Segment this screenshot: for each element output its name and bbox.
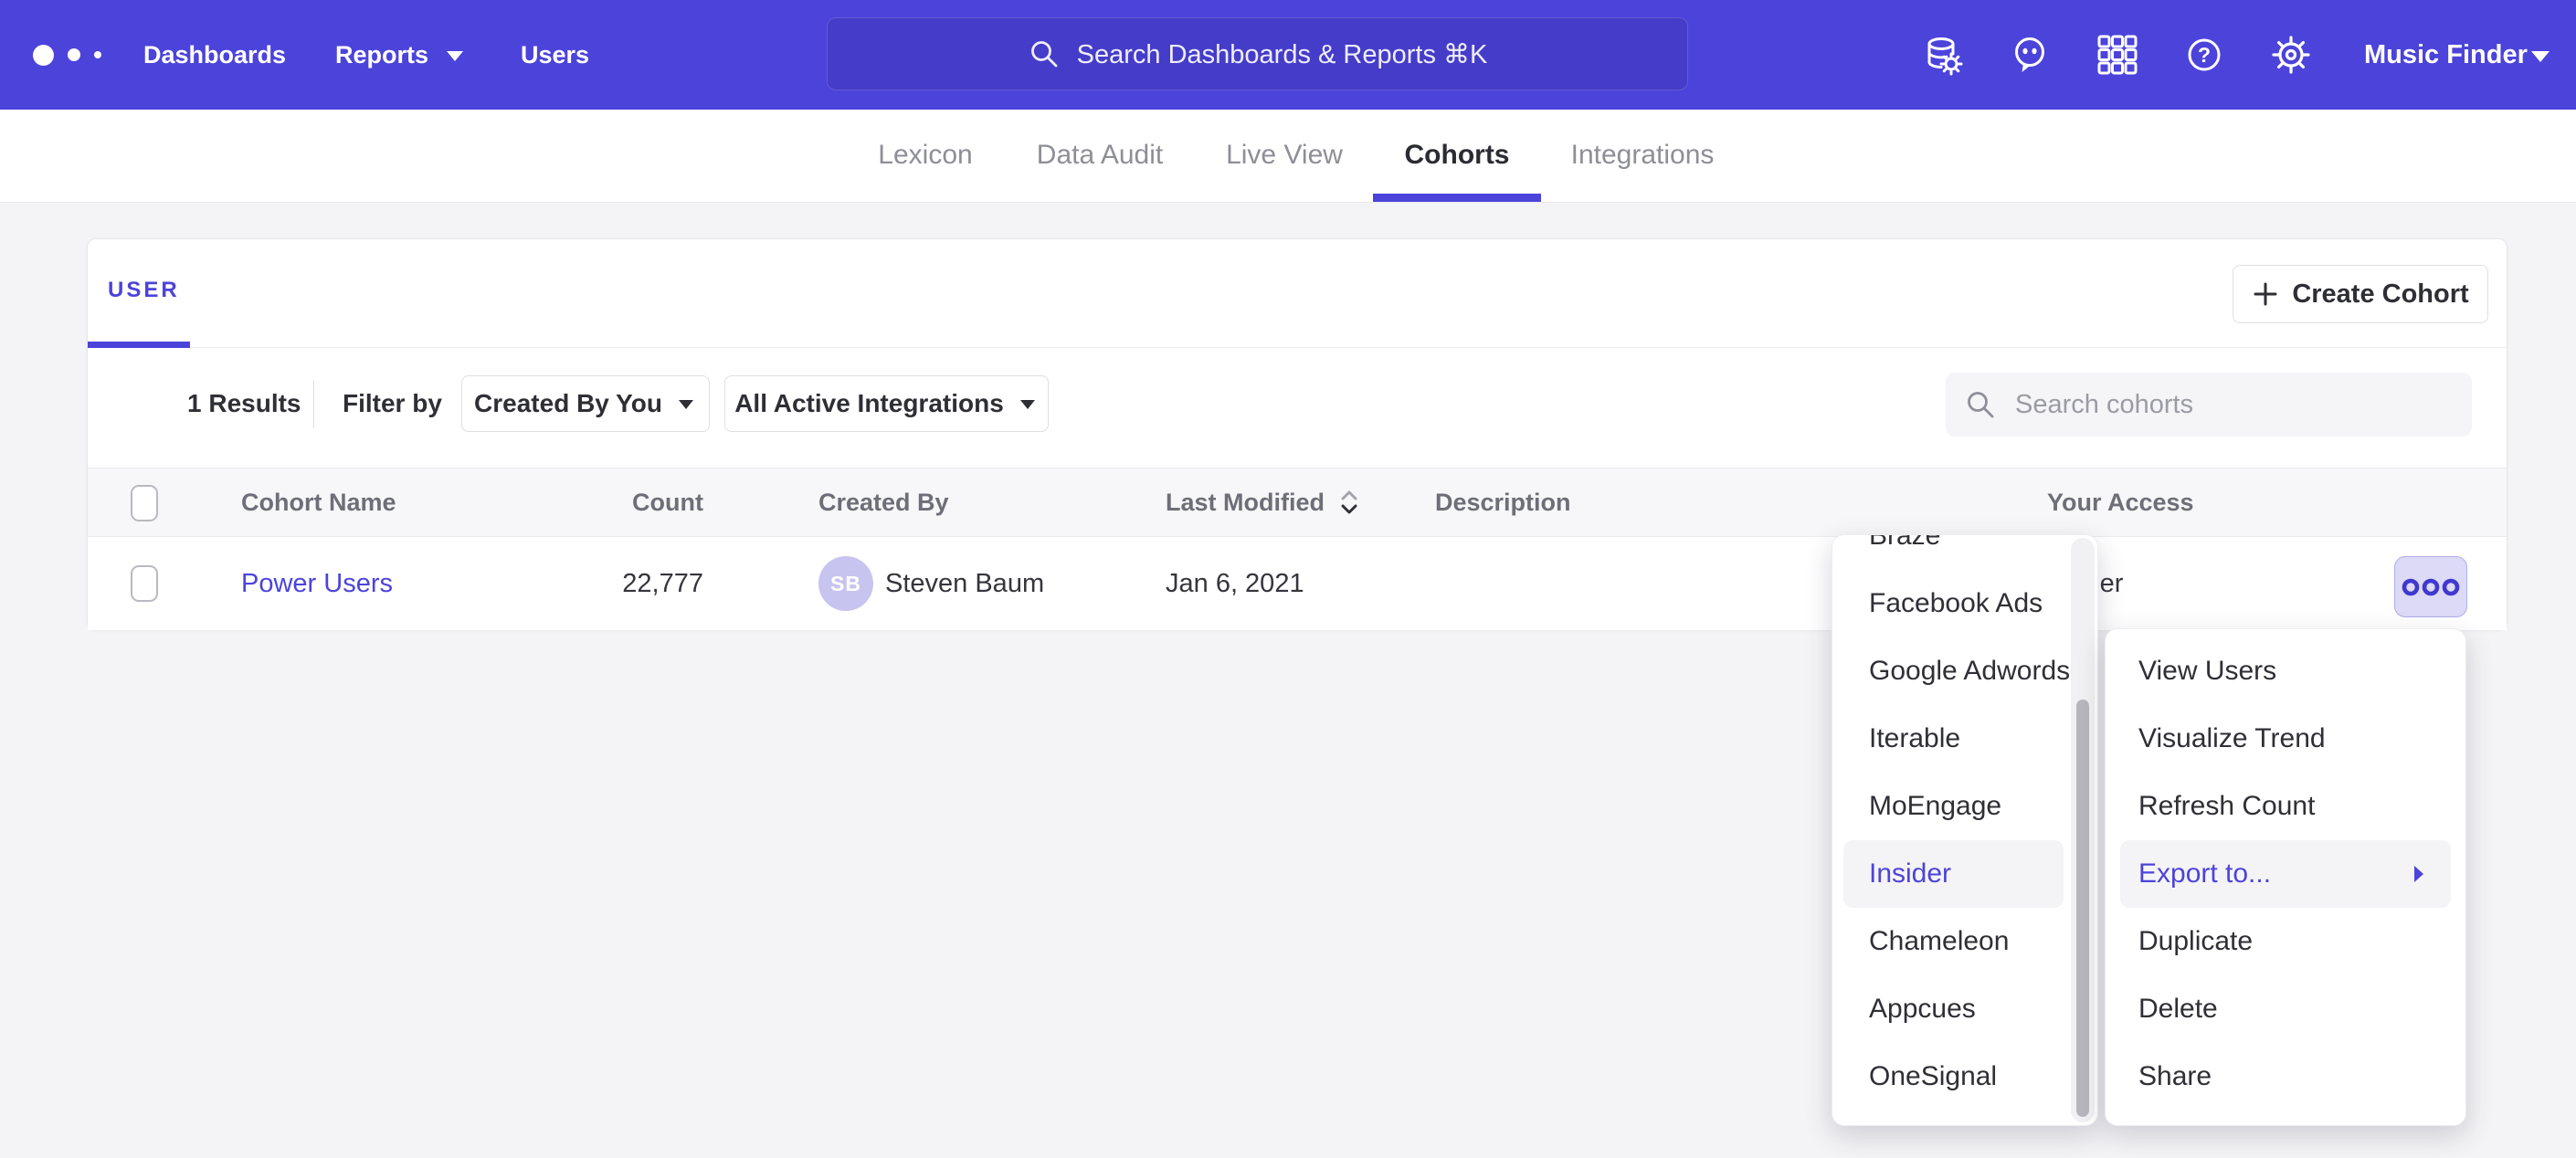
divider — [313, 381, 314, 428]
help-icon[interactable]: ? — [2183, 34, 2225, 76]
menu-item-braze[interactable]: Braze — [1832, 534, 2097, 570]
submenu-arrow-icon — [2409, 863, 2427, 885]
tab-cohorts[interactable]: Cohorts — [1405, 110, 1510, 201]
project-name: Music Finder — [2364, 40, 2528, 70]
menu-item-duplicate[interactable]: Duplicate — [2106, 908, 2465, 975]
user-tab-underline — [88, 342, 190, 348]
table-row[interactable]: Power Users 22,777 SB Steven Baum Jan 6,… — [88, 537, 2507, 630]
menu-item-facebook-ads[interactable]: Facebook Ads — [1832, 570, 2097, 637]
chevron-down-icon — [1017, 393, 1039, 415]
scrollbar-thumb[interactable] — [2076, 700, 2089, 1117]
search-cohorts-input[interactable] — [1946, 373, 2472, 437]
menu-item-onesignal[interactable]: OneSignal — [1832, 1043, 2097, 1111]
menu-item-insider[interactable]: Insider — [1843, 840, 2064, 908]
more-options-icon — [2401, 574, 2461, 600]
integrations-filter-dropdown[interactable]: All Active Integrations — [724, 375, 1049, 432]
menu-item-delete[interactable]: Delete — [2106, 975, 2465, 1043]
menu-item-export-to[interactable]: Export to... — [2120, 840, 2451, 908]
nav-dashboards-label: Dashboards — [143, 41, 286, 69]
column-description[interactable]: Description — [1435, 468, 1571, 536]
tab-data-audit[interactable]: Data Audit — [1037, 110, 1163, 201]
row-actions-button[interactable] — [2394, 556, 2467, 617]
logo-dot-small — [94, 51, 101, 58]
search-icon — [1964, 388, 1997, 421]
column-count[interactable]: Count — [581, 468, 703, 536]
mixpanel-logo[interactable] — [33, 0, 101, 110]
menu-item-visualize-trend[interactable]: Visualize Trend — [2106, 705, 2465, 773]
logo-dot-large — [33, 45, 54, 66]
menu-item-iterable[interactable]: Iterable — [1832, 705, 2097, 773]
top-nav: Dashboards Reports Users Search Dashboar… — [0, 0, 2576, 110]
create-cohort-button[interactable]: Create Cohort — [2233, 265, 2488, 323]
cohorts-panel: USER Create Cohort 1 Results Filter by C… — [87, 238, 2507, 630]
row-context-menu: View Users Visualize Trend Refresh Count… — [2105, 628, 2466, 1126]
project-switcher[interactable]: Music Finder — [2364, 0, 2528, 110]
integrations-filter-label: All Active Integrations — [734, 389, 1004, 418]
filter-by-label: Filter by — [343, 375, 442, 432]
logo-dot-medium — [68, 48, 80, 61]
chevron-down-icon — [443, 43, 467, 67]
feedback-icon[interactable] — [2009, 34, 2051, 76]
menu-item-moengage[interactable]: MoEngage — [1832, 773, 2097, 840]
data-management-icon[interactable] — [1921, 34, 1963, 76]
menu-item-share[interactable]: Share — [2106, 1043, 2465, 1111]
row-checkbox[interactable] — [131, 565, 158, 602]
column-cohort-name[interactable]: Cohort Name — [241, 468, 396, 536]
active-tab-underline — [1373, 194, 1541, 202]
create-cohort-label: Create Cohort — [2292, 279, 2468, 310]
select-all-checkbox[interactable] — [131, 485, 158, 521]
settings-gear-icon[interactable] — [2270, 34, 2312, 76]
tab-lexicon[interactable]: Lexicon — [878, 110, 972, 201]
menu-item-chameleon[interactable]: Chameleon — [1832, 908, 2097, 975]
global-search-input[interactable]: Search Dashboards & Reports ⌘K — [827, 17, 1688, 90]
tab-live-view[interactable]: Live View — [1226, 110, 1343, 201]
apps-grid-icon[interactable] — [2096, 34, 2138, 76]
menu-item-google-adwords[interactable]: Google Adwords — [1832, 637, 2097, 705]
menu-item-appcues[interactable]: Appcues — [1832, 975, 2097, 1043]
results-count: 1 Results — [187, 375, 301, 432]
nav-users-label: Users — [521, 41, 589, 69]
table-header: Cohort Name Count Created By Last Modifi… — [88, 468, 2507, 537]
tab-user-cohorts[interactable]: USER — [108, 239, 180, 342]
data-section-tabs: Lexicon Data Audit Live View Cohorts Int… — [0, 110, 2576, 203]
global-search-placeholder: Search Dashboards & Reports ⌘K — [1077, 38, 1488, 70]
nav-reports-label: Reports — [335, 41, 428, 69]
export-to-label: Export to... — [2138, 858, 2271, 889]
menu-item-view-users[interactable]: View Users — [2106, 637, 2465, 705]
cohort-name-link[interactable]: Power Users — [241, 537, 393, 630]
export-target-menu: Braze Facebook Ads Google Adwords Iterab… — [1832, 534, 2098, 1126]
svg-text:?: ? — [2198, 43, 2211, 67]
search-icon — [1028, 37, 1061, 70]
cohort-count: 22,777 — [581, 537, 703, 630]
chevron-down-icon — [675, 393, 697, 415]
column-created-by[interactable]: Created By — [818, 468, 949, 536]
avatar: SB — [818, 556, 873, 611]
context-menu-list: View Users Visualize Trend Refresh Count… — [2106, 629, 2465, 1111]
nav-users[interactable]: Users — [521, 0, 589, 110]
column-your-access[interactable]: Your Access — [2047, 468, 2194, 536]
tab-integrations[interactable]: Integrations — [1571, 110, 1715, 201]
column-last-modified[interactable]: Last Modified — [1166, 468, 1361, 536]
sort-icon — [1337, 486, 1361, 519]
nav-dashboards[interactable]: Dashboards — [143, 0, 286, 110]
project-chevron-down-icon[interactable] — [2527, 44, 2554, 68]
cohort-type-tabs: USER Create Cohort — [88, 239, 2507, 348]
created-by-name: Steven Baum — [885, 537, 1044, 630]
nav-reports[interactable]: Reports — [335, 0, 467, 110]
created-by-filter-label: Created By You — [474, 389, 662, 418]
export-target-list: Braze Facebook Ads Google Adwords Iterab… — [1832, 534, 2097, 1111]
plus-icon — [2252, 280, 2279, 308]
column-last-modified-label: Last Modified — [1166, 468, 1325, 536]
created-by-filter-dropdown[interactable]: Created By You — [461, 375, 710, 432]
menu-item-refresh-count[interactable]: Refresh Count — [2106, 773, 2465, 840]
last-modified-date: Jan 6, 2021 — [1166, 537, 1304, 630]
